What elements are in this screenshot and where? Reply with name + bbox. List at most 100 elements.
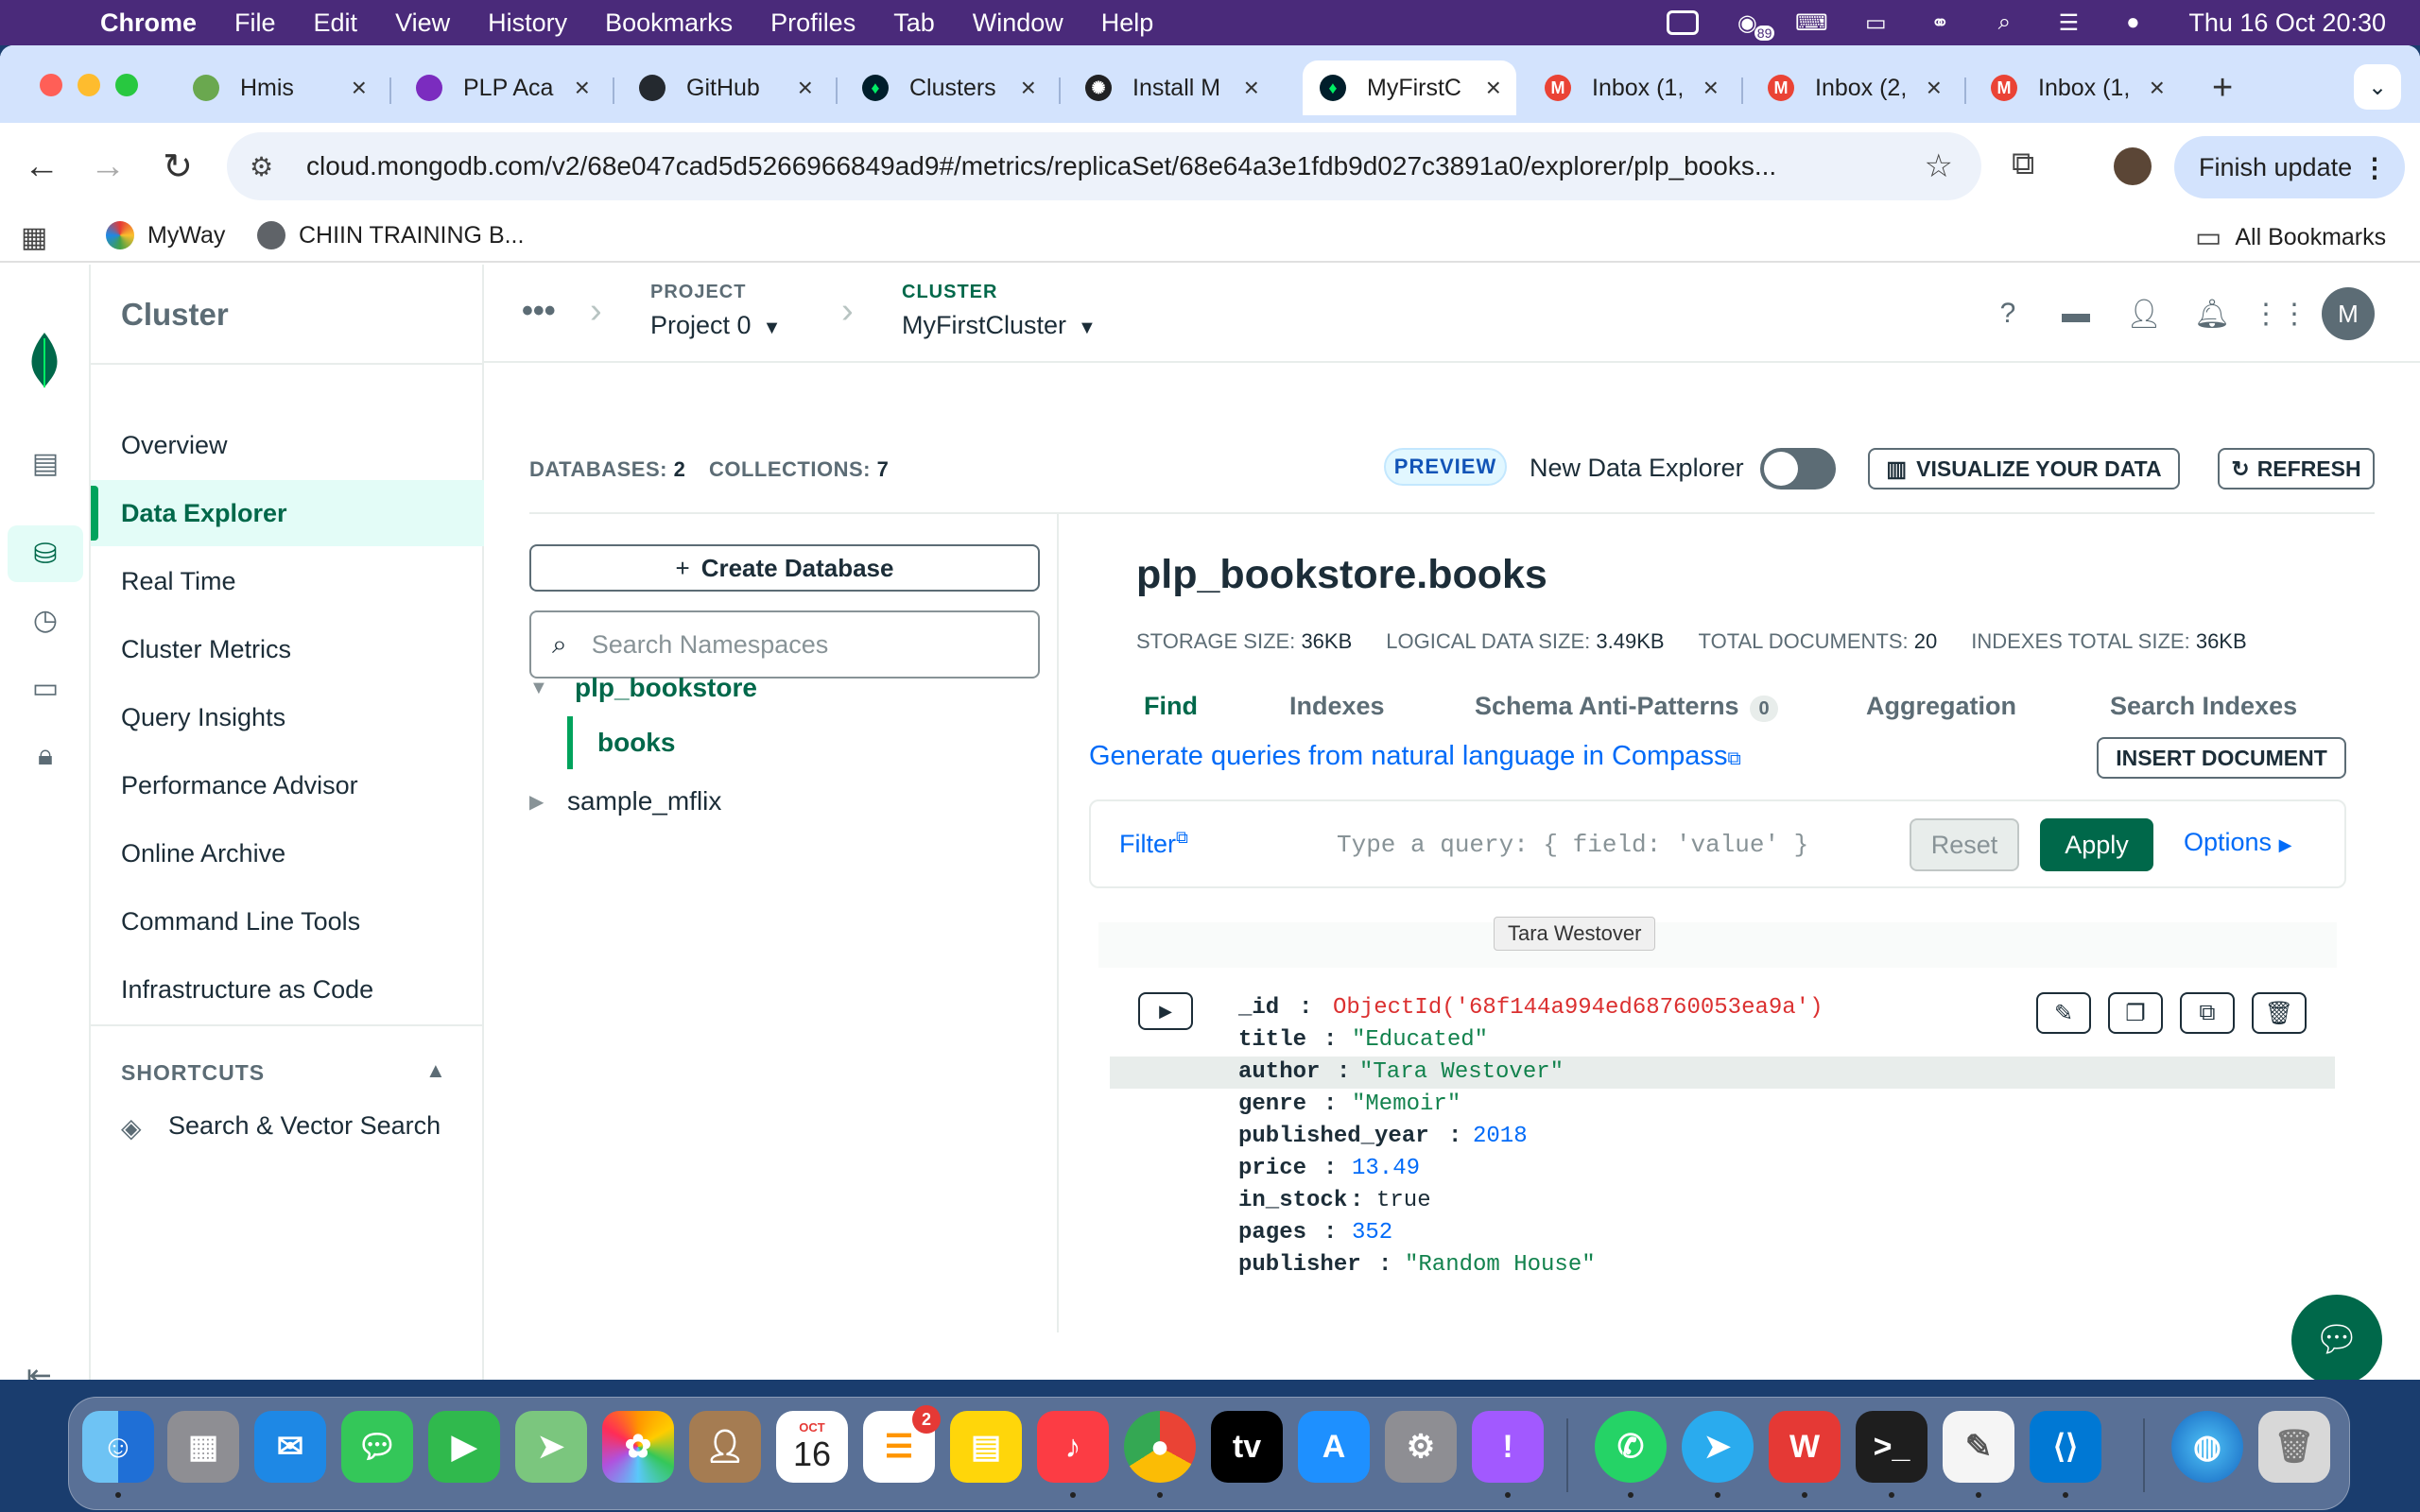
refresh-button[interactable]: ↻ REFRESH	[2218, 448, 2375, 490]
notification-status-icon[interactable]: ◉ 89	[1729, 9, 1775, 41]
bookmark-myway[interactable]: MyWay	[106, 221, 225, 249]
tab-install[interactable]: ✺ Install M ×	[1068, 60, 1274, 115]
calendar-icon[interactable]: OCT 16	[776, 1411, 848, 1483]
tab-github[interactable]: GitHub ×	[622, 60, 828, 115]
menu-view[interactable]: View	[395, 9, 450, 38]
search-namespaces-input[interactable]	[591, 629, 1008, 660]
menu-window[interactable]: Window	[973, 9, 1063, 38]
tab-plp[interactable]: PLP Aca ×	[399, 60, 605, 115]
caret-down-icon[interactable]: ▼	[529, 678, 575, 699]
billing-card-icon[interactable]: ▬	[2057, 295, 2095, 333]
bookmark-star-icon[interactable]: ☆	[1925, 147, 1953, 185]
contacts-icon[interactable]: 👤︎	[689, 1411, 761, 1483]
visualize-data-button[interactable]: ▥ VISUALIZE YOUR DATA	[1868, 448, 2180, 490]
music-icon[interactable]: ♪	[1037, 1411, 1109, 1483]
close-tab-icon[interactable]: ×	[352, 73, 367, 103]
query-filter-input[interactable]	[1337, 822, 1904, 868]
reminders-icon[interactable]: ☰ 2	[863, 1405, 941, 1483]
create-database-button[interactable]: + Create Database	[529, 544, 1040, 592]
copy-document-button[interactable]: ❐	[2108, 992, 2163, 1034]
tab-myfirstcluster-active[interactable]: ♦ MyFirstC ×	[1303, 60, 1516, 115]
system-settings-icon[interactable]: ⚙	[1385, 1411, 1457, 1483]
menubar-clock[interactable]: Thu 16 Oct 20:30	[2188, 9, 2386, 38]
breadcrumb-cluster[interactable]: CLUSTER MyFirstCluster ▼	[902, 282, 1097, 340]
shortcut-search-vector-search[interactable]: ◈ Search & Vector Search	[121, 1111, 441, 1143]
tab-inbox-3[interactable]: M Inbox (1, ×	[1974, 60, 2180, 115]
bookmark-chiin-training[interactable]: CHIIN TRAINING B...	[257, 221, 524, 249]
apple-tv-icon[interactable]: tv	[1211, 1411, 1283, 1483]
menu-app-name[interactable]: Chrome	[100, 9, 197, 38]
close-tab-icon[interactable]: ×	[1021, 73, 1036, 103]
close-tab-icon[interactable]: ×	[1244, 73, 1259, 103]
messages-icon[interactable]: 💬︎	[341, 1411, 413, 1483]
tab-aggregation[interactable]: Aggregation	[1866, 692, 2016, 721]
sidebar-item-command-line-tools[interactable]: Command Line Tools	[91, 888, 484, 954]
breadcrumb-project[interactable]: PROJECT Project 0 ▼	[650, 282, 781, 340]
archive-box-icon[interactable]: ▤	[25, 442, 66, 484]
menu-history[interactable]: History	[488, 9, 567, 38]
apps-grid-icon[interactable]: ⋮⋮	[2252, 295, 2308, 333]
minimize-window-button[interactable]	[78, 74, 100, 96]
lock-icon[interactable]: 🔒︎	[25, 735, 66, 777]
clock-icon[interactable]: ◷	[25, 599, 66, 641]
close-tab-icon[interactable]: ×	[575, 73, 590, 103]
wps-office-icon[interactable]: W	[1769, 1411, 1841, 1483]
tab-indexes[interactable]: Indexes	[1289, 692, 1385, 721]
menu-profiles[interactable]: Profiles	[770, 9, 856, 38]
options-toggle[interactable]: Options ▶	[2184, 828, 2291, 857]
app-store-icon[interactable]: A	[1298, 1411, 1370, 1483]
menu-file[interactable]: File	[234, 9, 276, 38]
chat-support-button[interactable]: 💬︎	[2291, 1295, 2382, 1380]
sidebar-item-cluster-metrics[interactable]: Cluster Metrics	[91, 616, 484, 682]
tab-find[interactable]: Find	[1144, 692, 1198, 721]
site-settings-icon[interactable]: ⚙	[250, 151, 306, 182]
menu-tab[interactable]: Tab	[893, 9, 935, 38]
finish-update-button[interactable]: Finish update ⋮	[2174, 136, 2405, 198]
siri-icon[interactable]: ●	[2115, 9, 2151, 37]
tab-search-indexes[interactable]: Search Indexes	[2110, 692, 2297, 721]
keyboard-status-icon[interactable]: ⌨	[1793, 9, 1829, 37]
reload-icon[interactable]: ↻	[155, 144, 200, 189]
sidebar-item-overview[interactable]: Overview	[91, 412, 484, 478]
close-tab-icon[interactable]: ×	[1486, 73, 1501, 103]
close-tab-icon[interactable]: ×	[798, 73, 813, 103]
globe-icon[interactable]: ◍	[2171, 1411, 2243, 1483]
finder-icon[interactable]: ☺	[82, 1411, 154, 1483]
battery-icon[interactable]: ▭	[1858, 9, 1893, 37]
sidebar-item-query-insights[interactable]: Query Insights	[91, 684, 484, 750]
maximize-window-button[interactable]	[115, 74, 138, 96]
edit-document-button[interactable]: ✎	[2036, 992, 2091, 1034]
close-tab-icon[interactable]: ×	[1927, 73, 1942, 103]
db-row-sample-mflix[interactable]: ▶ sample_mflix	[529, 786, 721, 816]
vscode-icon[interactable]: ⟨⟩	[2030, 1411, 2101, 1483]
tab-hmis[interactable]: Hmis ×	[176, 60, 382, 115]
collapse-sidebar-icon[interactable]: ⇤	[26, 1357, 52, 1380]
delete-document-button[interactable]: 🗑︎	[2252, 992, 2307, 1034]
menu-help[interactable]: Help	[1101, 9, 1154, 38]
kebab-menu-icon[interactable]: ⋮	[2361, 152, 2388, 183]
tab-clusters[interactable]: ♦ Clusters ×	[845, 60, 1051, 115]
insert-document-button[interactable]: INSERT DOCUMENT	[2097, 737, 2346, 779]
sidebar-item-online-archive[interactable]: Online Archive	[91, 820, 484, 886]
maps-icon[interactable]: ➤	[515, 1411, 587, 1483]
feedback-icon[interactable]: !	[1472, 1411, 1544, 1483]
textedit-icon[interactable]: ✎	[1943, 1411, 2014, 1483]
tab-search-chevron-icon[interactable]: ⌄	[2354, 64, 2401, 110]
caret-right-icon[interactable]: ▶	[529, 790, 567, 814]
mongodb-leaf-logo-icon[interactable]	[28, 333, 60, 387]
spotlight-search-icon[interactable]: ⌕	[1986, 9, 2022, 37]
apps-grid-icon[interactable]: ▦	[21, 221, 47, 254]
link-status-icon[interactable]: ⚭	[1922, 9, 1958, 37]
url-text[interactable]: cloud.mongodb.com/v2/68e047cad5d52669668…	[306, 151, 1913, 181]
wps-status-icon[interactable]	[1665, 9, 1701, 37]
filter-link[interactable]: Filter⧉	[1119, 828, 1188, 859]
terminal-icon[interactable]: ▭	[25, 667, 66, 709]
new-data-explorer-toggle[interactable]	[1760, 448, 1836, 490]
forward-arrow-icon[interactable]: →	[85, 144, 130, 189]
doc-field-author[interactable]: author: "Tara Westover"	[1110, 1057, 2335, 1089]
collapse-caret-up-icon[interactable]: ▲	[425, 1058, 446, 1083]
photos-icon[interactable]: ✿	[602, 1411, 674, 1483]
facetime-icon[interactable]: ▶	[428, 1411, 500, 1483]
invite-user-icon[interactable]: 👤︎	[2125, 295, 2163, 333]
collection-item-books[interactable]: books	[567, 716, 1021, 769]
